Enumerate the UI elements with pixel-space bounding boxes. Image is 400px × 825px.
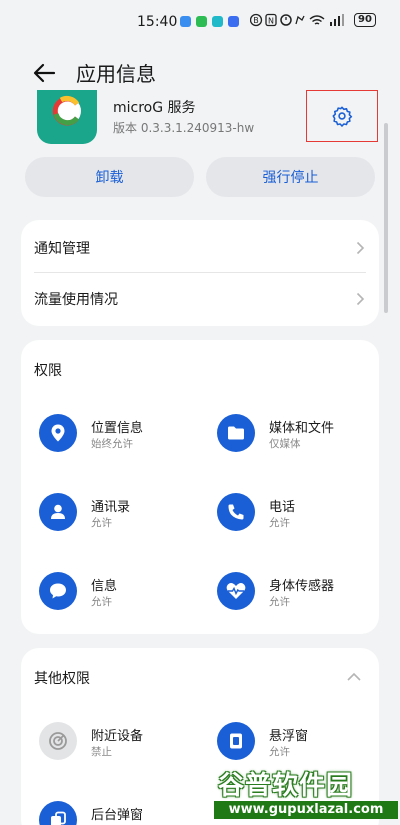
permission-phone[interactable]: 电话 允许 <box>217 493 387 537</box>
app-name: microG 服务 <box>113 100 196 116</box>
permission-label: 信息 <box>91 579 118 594</box>
permission-status: 允许 <box>91 517 112 529</box>
permission-nearby-devices[interactable]: 附近设备 禁止 <box>39 722 209 766</box>
row-label: 流量使用情况 <box>34 292 118 308</box>
notification-app-icon <box>228 16 239 27</box>
permission-label: 后台弹窗 <box>91 808 144 823</box>
permission-messages[interactable]: 信息 允许 <box>39 572 209 616</box>
folder-icon <box>217 414 255 452</box>
permission-contacts[interactable]: 通讯录 允许 <box>39 493 209 537</box>
permissions-title: 权限 <box>34 363 62 379</box>
notification-icons <box>180 16 239 27</box>
watermark-name: 谷普软件园 <box>218 771 354 801</box>
permission-status: 仅媒体 <box>269 438 301 450</box>
chevron-up-icon[interactable] <box>347 672 361 681</box>
app-version: 版本 0.3.3.1.240913-hw <box>113 121 255 135</box>
notification-app-icon <box>212 16 223 27</box>
scrollbar-thumb[interactable] <box>384 123 388 313</box>
chevron-right-icon <box>356 241 365 255</box>
data-usage-row[interactable]: 流量使用情况 <box>21 273 379 325</box>
other-permissions-title: 其他权限 <box>34 671 90 687</box>
floating-window-icon <box>217 722 255 760</box>
permission-label: 位置信息 <box>91 421 144 436</box>
permission-status: 允许 <box>91 596 112 608</box>
permission-status: 允许 <box>269 596 290 608</box>
permission-body-sensors[interactable]: 身体传感器 允许 <box>217 572 387 616</box>
permission-label: 附近设备 <box>91 729 144 744</box>
nearby-devices-icon <box>39 722 77 760</box>
chevron-right-icon <box>356 292 365 306</box>
permission-label: 悬浮窗 <box>269 729 309 744</box>
notification-management-row[interactable]: 通知管理 <box>21 222 379 274</box>
microg-logo-icon <box>52 95 81 126</box>
wechat-icon <box>196 16 207 27</box>
system-icons: B N 90 <box>250 13 376 27</box>
svg-text:B: B <box>253 16 258 25</box>
permission-background-popup[interactable]: 后台弹窗 <box>39 801 209 825</box>
app-bar: 应用信息 <box>0 55 400 91</box>
message-icon <box>39 572 77 610</box>
force-stop-button[interactable]: 强行停止 <box>206 157 375 197</box>
background-popup-icon <box>39 801 77 825</box>
app-settings-button[interactable] <box>306 90 378 142</box>
status-bar: 15:40 B N 90 <box>0 0 400 44</box>
permission-floating-window[interactable]: 悬浮窗 允许 <box>217 722 387 766</box>
permissions-card: 权限 位置信息 始终允许 媒体和文件 仅媒体 通讯录 允许 电话 允许 信息 允… <box>21 340 379 634</box>
status-indicators-icon: B N <box>250 13 344 27</box>
permission-label: 电话 <box>269 500 296 515</box>
settings-card: 通知管理 流量使用情况 <box>21 220 379 326</box>
contacts-icon <box>39 493 77 531</box>
page-title: 应用信息 <box>76 62 156 86</box>
permission-label: 通讯录 <box>91 500 131 515</box>
watermark-logo: 谷普软件园 www.gupuxlazal.com <box>212 765 400 825</box>
watermark-url: www.gupuxlazal.com <box>214 801 398 819</box>
uninstall-button[interactable]: 卸载 <box>25 157 194 197</box>
permission-label: 身体传感器 <box>269 579 335 594</box>
row-label: 通知管理 <box>34 241 90 257</box>
permission-label: 媒体和文件 <box>269 421 335 436</box>
svg-text:N: N <box>268 17 274 26</box>
permission-status: 允许 <box>269 517 290 529</box>
status-time: 15:40 <box>137 14 178 30</box>
back-arrow-icon[interactable] <box>32 60 58 86</box>
permission-status: 始终允许 <box>91 438 133 450</box>
notification-app-icon <box>180 16 191 27</box>
heart-rate-icon <box>217 572 255 610</box>
battery-indicator: 90 <box>354 13 376 27</box>
gear-icon <box>332 106 353 127</box>
permission-location[interactable]: 位置信息 始终允许 <box>39 414 209 458</box>
app-icon <box>37 90 97 144</box>
phone-icon <box>217 493 255 531</box>
location-icon <box>39 414 77 452</box>
permission-status: 允许 <box>269 746 290 758</box>
permission-status: 禁止 <box>91 746 112 758</box>
permission-media-files[interactable]: 媒体和文件 仅媒体 <box>217 414 387 458</box>
